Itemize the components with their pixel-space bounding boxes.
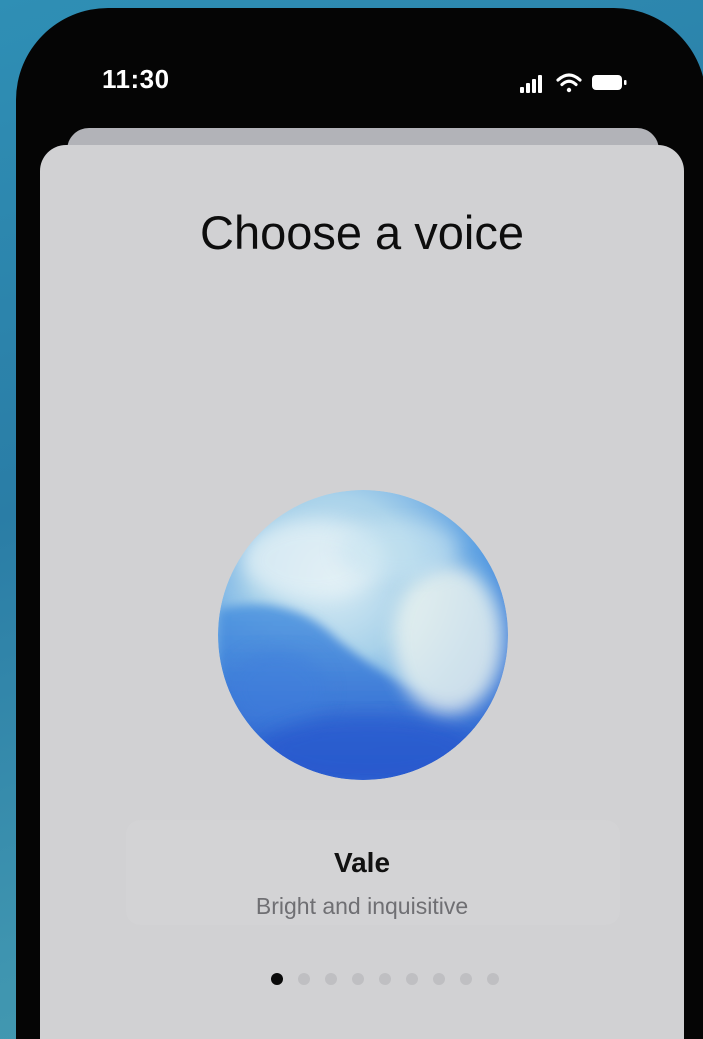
signal-icon — [520, 75, 542, 93]
status-bar: 11:30 — [16, 8, 703, 128]
voice-orb-graphic — [218, 490, 508, 780]
page-title: Choose a voice — [200, 206, 524, 259]
page-dot[interactable] — [325, 973, 337, 985]
page-dot[interactable] — [271, 973, 283, 985]
status-time: 11:30 — [102, 64, 170, 94]
phone-frame: 11:30 Choose a voice Vale Bright and inq… — [16, 8, 703, 1039]
page-indicator[interactable] — [271, 972, 499, 986]
voice-description: Bright and inquisitive — [255, 893, 469, 919]
page-dot[interactable] — [406, 973, 418, 985]
battery-icon — [592, 75, 627, 90]
voice-orb[interactable] — [218, 490, 508, 780]
page-dot[interactable] — [433, 973, 445, 985]
wifi-icon — [556, 73, 582, 93]
status-icons — [520, 73, 627, 93]
page-dot[interactable] — [352, 973, 364, 985]
page-dot[interactable] — [460, 973, 472, 985]
voice-picker-sheet: Choose a voice Vale Bright and inquisiti… — [40, 145, 684, 1039]
page-dot[interactable] — [487, 973, 499, 985]
page-dot[interactable] — [379, 973, 391, 985]
page-dot[interactable] — [298, 973, 310, 985]
voice-name: Vale — [333, 847, 391, 878]
